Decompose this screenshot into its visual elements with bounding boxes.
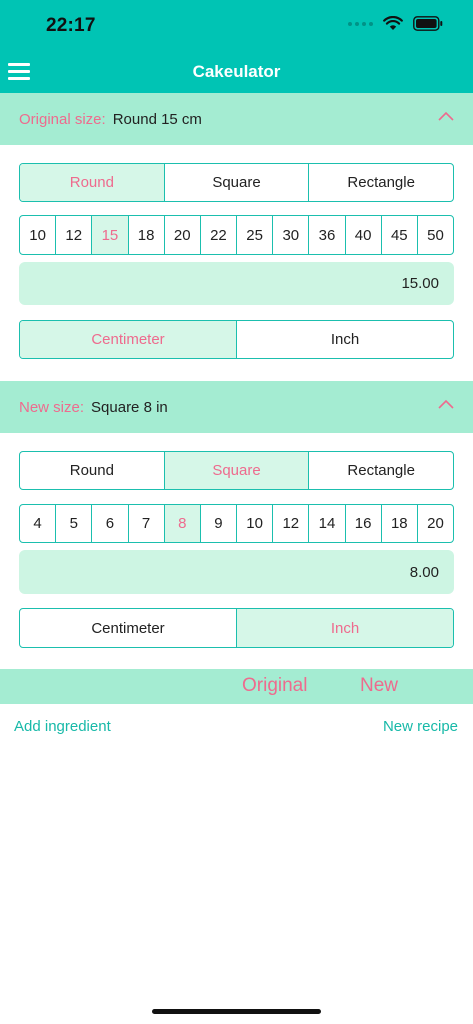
new-size-field[interactable]: 8.00 bbox=[19, 550, 454, 594]
results-new-column: New bbox=[360, 675, 399, 696]
original-unit-inch[interactable]: Inch bbox=[237, 321, 453, 358]
new-unit-selector: Centimeter Inch bbox=[19, 608, 454, 648]
app-header: 22:17 Cakeulator bbox=[0, 0, 473, 93]
original-shape-round[interactable]: Round bbox=[20, 164, 165, 201]
new-size-option[interactable]: 10 bbox=[237, 505, 274, 542]
original-shape-rectangle[interactable]: Rectangle bbox=[309, 164, 453, 201]
original-size-header[interactable]: Original size: Round 15 cm bbox=[0, 93, 473, 145]
original-shape-square[interactable]: Square bbox=[165, 164, 310, 201]
original-size-label: Original size: bbox=[19, 110, 106, 128]
add-ingredient-button[interactable]: Add ingredient bbox=[14, 718, 111, 735]
original-size-field[interactable]: 15.00 bbox=[19, 262, 454, 305]
original-size-option[interactable]: 10 bbox=[20, 216, 57, 254]
results-header: Original New bbox=[0, 669, 473, 704]
original-size-value: Round 15 cm bbox=[112, 110, 202, 128]
new-size-option[interactable]: 16 bbox=[346, 505, 382, 542]
new-size-option[interactable]: 6 bbox=[92, 505, 129, 542]
new-size-option[interactable]: 9 bbox=[201, 505, 238, 542]
app-title: Cakeulator bbox=[192, 62, 281, 81]
new-shape-square[interactable]: Square bbox=[164, 452, 310, 489]
original-size-option[interactable]: 50 bbox=[418, 216, 453, 254]
battery-icon bbox=[413, 16, 443, 31]
new-size-selector: 4 5 6 7 8 9 10 12 14 16 18 20 bbox=[19, 504, 454, 543]
new-size-value: Square 8 in bbox=[91, 398, 168, 416]
original-shape-selector: Round Square Rectangle bbox=[19, 163, 454, 202]
chevron-up-icon[interactable] bbox=[438, 111, 454, 121]
new-size-header[interactable]: New size: Square 8 in bbox=[0, 381, 473, 433]
new-size-field-value: 8.00 bbox=[409, 563, 439, 581]
original-size-option[interactable]: 15 bbox=[92, 216, 129, 254]
original-size-option[interactable]: 18 bbox=[129, 216, 165, 254]
new-size-option[interactable]: 8 bbox=[164, 505, 201, 542]
original-size-selector: 10 12 15 18 20 22 25 30 36 40 45 50 bbox=[19, 215, 454, 255]
wifi-icon bbox=[383, 16, 403, 31]
original-unit-selector: Centimeter Inch bbox=[19, 320, 454, 359]
new-shape-rectangle[interactable]: Rectangle bbox=[309, 452, 453, 489]
original-size-option[interactable]: 12 bbox=[56, 216, 93, 254]
results-original-column: Original bbox=[242, 675, 308, 696]
new-size-option[interactable]: 18 bbox=[382, 505, 418, 542]
new-size-option[interactable]: 5 bbox=[56, 505, 93, 542]
home-indicator[interactable] bbox=[152, 1009, 321, 1014]
new-size-label: New size: bbox=[19, 398, 85, 416]
original-size-option[interactable]: 22 bbox=[201, 216, 238, 254]
original-unit-centimeter[interactable]: Centimeter bbox=[20, 321, 237, 358]
original-size-option[interactable]: 40 bbox=[346, 216, 382, 254]
status-time: 22:17 bbox=[46, 15, 96, 36]
new-size-option[interactable]: 20 bbox=[418, 505, 453, 542]
original-size-field-value: 15.00 bbox=[401, 275, 439, 292]
new-unit-centimeter[interactable]: Centimeter bbox=[20, 609, 237, 647]
new-recipe-button[interactable]: New recipe bbox=[383, 718, 458, 735]
original-size-option[interactable]: 30 bbox=[273, 216, 310, 254]
new-size-option[interactable]: 14 bbox=[309, 505, 346, 542]
new-size-option[interactable]: 7 bbox=[129, 505, 165, 542]
original-size-option[interactable]: 25 bbox=[237, 216, 274, 254]
original-size-option[interactable]: 45 bbox=[382, 216, 418, 254]
original-size-option[interactable]: 36 bbox=[309, 216, 346, 254]
status-indicators bbox=[348, 16, 443, 31]
new-unit-inch[interactable]: Inch bbox=[237, 609, 453, 647]
new-size-option[interactable]: 4 bbox=[20, 505, 57, 542]
new-shape-selector: Round Square Rectangle bbox=[19, 451, 454, 490]
new-size-option[interactable]: 12 bbox=[273, 505, 310, 542]
cellular-signal-icon bbox=[348, 21, 373, 26]
original-size-option[interactable]: 20 bbox=[165, 216, 201, 254]
chevron-up-icon[interactable] bbox=[438, 399, 454, 409]
new-shape-round[interactable]: Round bbox=[20, 452, 165, 489]
